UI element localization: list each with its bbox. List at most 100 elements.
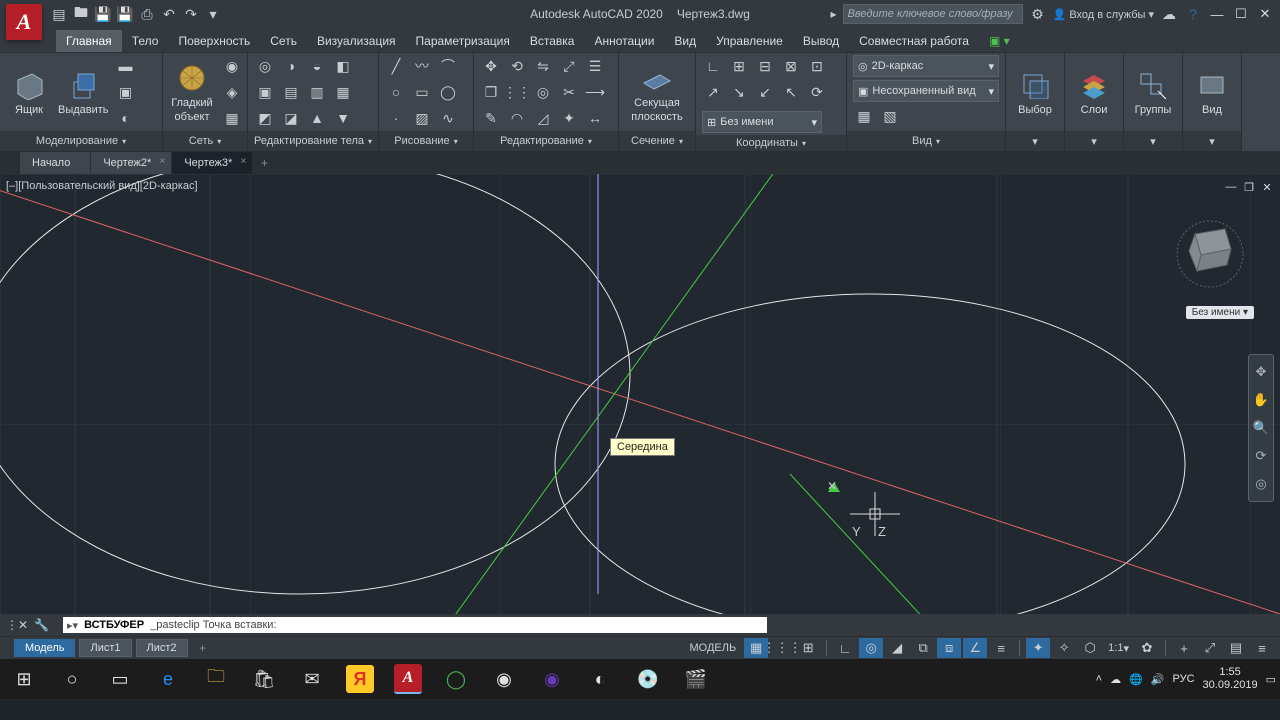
infocenter-icon[interactable]: ⚙ (1029, 5, 1047, 23)
slice-icon[interactable]: ◧ (332, 55, 354, 77)
mail-icon[interactable]: ✉ (288, 659, 336, 699)
tab-home[interactable]: Главная (56, 30, 122, 52)
visual-style-dropdown[interactable]: ◎ 2D-каркас▾ (853, 55, 999, 77)
array-icon[interactable]: ⋮⋮ (506, 81, 528, 103)
explorer-icon[interactable]: 🗀 (192, 659, 240, 699)
status-b[interactable]: ✧ (1052, 638, 1076, 658)
add-tab-button[interactable]: + (253, 152, 275, 174)
line-icon[interactable]: ╱ (385, 55, 407, 77)
saved-view-dropdown[interactable]: ▣ Несохраненный вид▾ (853, 80, 999, 102)
tab-drawing3[interactable]: Чертеж3*× (172, 152, 253, 174)
lwt-toggle[interactable]: ≡ (989, 638, 1013, 658)
se9-icon[interactable]: ◩ (254, 107, 276, 129)
tab-annotate[interactable]: Аннотации (584, 30, 664, 52)
circle-icon[interactable]: ○ (385, 81, 407, 103)
extrude-button[interactable]: Выдавить (58, 68, 109, 116)
tab-output[interactable]: Вывод (793, 30, 849, 52)
select-icon[interactable] (1018, 68, 1052, 102)
media-icon[interactable]: ◐ (576, 659, 624, 699)
tab-mesh[interactable]: Сеть (260, 30, 307, 52)
osnap-toggle[interactable]: ⧉ (911, 638, 935, 658)
scale3d-icon[interactable]: ⤢ (558, 55, 580, 77)
ucs4-icon[interactable]: ⊠ (780, 55, 802, 77)
cmd-customize-icon[interactable]: 🔧 (34, 618, 49, 632)
tray-up-icon[interactable]: ˄ (1096, 673, 1102, 685)
vp-restore[interactable]: ❐ (1242, 180, 1256, 194)
start-button[interactable]: ⊞ (0, 659, 48, 699)
erase-icon[interactable]: ✎ (480, 107, 502, 129)
ortho-toggle[interactable]: ∟ (833, 638, 857, 658)
tray-lang[interactable]: РУС (1173, 673, 1195, 685)
new-icon[interactable]: ▤ (50, 5, 68, 23)
se7-icon[interactable]: ▥ (306, 81, 328, 103)
undo-icon[interactable]: ↶ (160, 5, 178, 23)
app-exchange-icon[interactable]: ☁ (1160, 5, 1178, 23)
status-a[interactable]: ✦ (1026, 638, 1050, 658)
ucs1-icon[interactable]: ∟ (702, 55, 724, 77)
explode-icon[interactable]: ✦ (558, 107, 580, 129)
rect-icon[interactable]: ▭ (411, 81, 433, 103)
ucs6-icon[interactable]: ↗ (702, 81, 724, 103)
add-layout-button[interactable]: + (192, 637, 214, 659)
polar-toggle[interactable]: ◎ (859, 638, 883, 658)
store-icon[interactable]: 🛍 (240, 659, 288, 699)
layout-sheet1[interactable]: Лист1 (79, 639, 131, 657)
presspull-icon[interactable]: ▣ (115, 81, 137, 103)
trim-icon[interactable]: ✂ (558, 81, 580, 103)
status-customize[interactable]: ≡ (1250, 638, 1274, 658)
view-b-icon[interactable]: ▧ (879, 105, 901, 127)
spline-icon[interactable]: ∿ (437, 107, 459, 129)
smooth-button[interactable]: Гладкийобъект (169, 61, 215, 123)
nav-full-icon[interactable]: ✥ (1249, 361, 1273, 383)
status-e[interactable]: ⤢ (1198, 638, 1222, 658)
nav-wheel-icon[interactable]: ◎ (1249, 473, 1273, 495)
view-icon[interactable] (1195, 68, 1229, 102)
tray-clock[interactable]: 1:5530.09.2019 (1203, 666, 1258, 692)
plot-icon[interactable]: ⎙ (138, 5, 156, 23)
tab-solid[interactable]: Тело (122, 30, 169, 52)
opera-icon[interactable]: ◉ (528, 659, 576, 699)
viewcube[interactable] (1170, 214, 1250, 294)
nav-pan-icon[interactable]: ✋ (1249, 389, 1273, 411)
rotate3d-icon[interactable]: ⟲ (506, 55, 528, 77)
video-icon[interactable]: 🎬 (672, 659, 720, 699)
arc-icon[interactable]: ⌒ (437, 55, 459, 77)
tab-surface[interactable]: Поверхность (168, 30, 260, 52)
dynamic-input-toggle[interactable]: ⊞ (796, 638, 820, 658)
polyline-icon[interactable]: 〰 (411, 55, 433, 77)
search-icon[interactable]: ○ (48, 659, 96, 699)
mirror3d-icon[interactable]: ⇋ (532, 55, 554, 77)
minimize-button[interactable]: — (1208, 5, 1226, 23)
intersect-icon[interactable]: ◒ (306, 55, 328, 77)
signin-link[interactable]: 👤 Вход в службы ▾ (1053, 8, 1154, 21)
tab-featured[interactable]: ▣ ▾ (979, 30, 1020, 52)
ellipse-icon[interactable]: ◯ (437, 81, 459, 103)
tab-visualize[interactable]: Визуализация (307, 30, 406, 52)
section-plane-button[interactable]: Секущаяплоскость (631, 61, 682, 123)
mesh-more-icon[interactable]: ◉ (221, 55, 243, 77)
tab-view[interactable]: Вид (664, 30, 706, 52)
ucs-name-dropdown[interactable]: ⊞ Без имени ▾ (702, 111, 822, 133)
offset-icon[interactable]: ◎ (532, 81, 554, 103)
tab-insert[interactable]: Вставка (520, 30, 585, 52)
se10-icon[interactable]: ◪ (280, 107, 302, 129)
otrack-toggle[interactable]: ∠ (963, 638, 987, 658)
close-icon[interactable]: × (159, 156, 165, 167)
chamfer-icon[interactable]: ◿ (532, 107, 554, 129)
status-f[interactable]: ▤ (1224, 638, 1248, 658)
tray-notif-icon[interactable]: ▭ (1266, 673, 1276, 686)
stretch-icon[interactable]: ↔ (584, 107, 606, 129)
viewport-controls[interactable]: [–][Пользовательский вид][2D-каркас] (6, 180, 198, 192)
status-model[interactable]: МОДЕЛЬ (683, 638, 742, 658)
tray-cloud-icon[interactable]: ☁ (1110, 673, 1121, 686)
tab-manage[interactable]: Управление (706, 30, 793, 52)
se5-icon[interactable]: ▣ (254, 81, 276, 103)
move-icon[interactable]: ✥ (480, 55, 502, 77)
open-icon[interactable]: 🖿 (72, 5, 90, 23)
tray-vol-icon[interactable]: 🔊 (1151, 673, 1165, 686)
autocad-task-icon[interactable]: A (394, 664, 422, 694)
drawing-canvas[interactable]: [–][Пользовательский вид][2D-каркас] — ❐… (0, 174, 1280, 636)
vp-close[interactable]: ✕ (1260, 180, 1274, 194)
app-logo[interactable]: A (6, 4, 42, 40)
se6-icon[interactable]: ▤ (280, 81, 302, 103)
